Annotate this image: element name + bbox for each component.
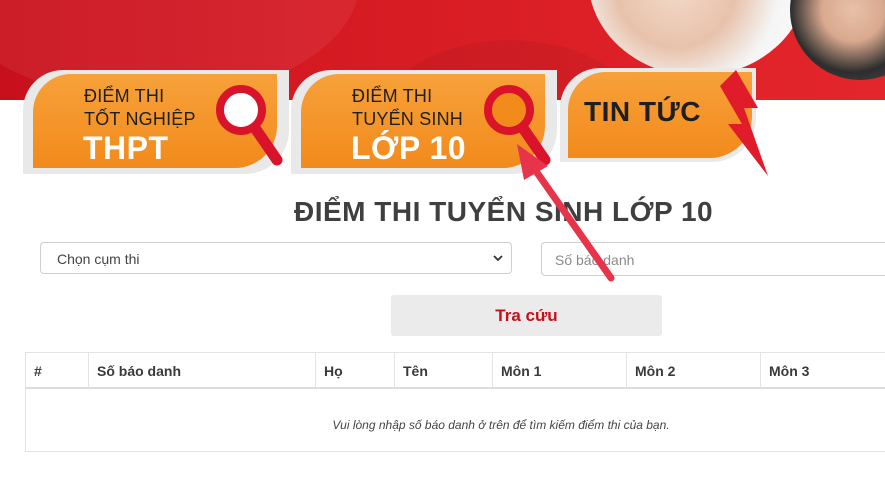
candidate-id-placeholder: Số báo danh — [555, 252, 635, 268]
search-button[interactable]: Tra cứu — [391, 295, 662, 336]
column-header-label: Môn 2 — [635, 363, 676, 379]
cluster-select-value: Chọn cụm thi — [57, 251, 140, 267]
tab-lop-10[interactable]: ĐIỂM THI TUYỂN SINH LỚP 10 — [291, 70, 557, 174]
candidate-id-input[interactable]: Số báo danh — [541, 242, 885, 276]
column-header-label: Môn 1 — [501, 363, 542, 379]
column-header-first-name: Tên — [395, 353, 493, 388]
tab-lop-10-line2: TUYỂN SINH — [352, 109, 464, 129]
chevron-down-icon — [493, 255, 503, 262]
column-header-label: Tên — [403, 363, 428, 379]
column-header-candidate-id: Số báo danh — [89, 353, 316, 388]
column-header-label: Họ — [324, 363, 343, 379]
magnifier-icon — [216, 85, 283, 166]
page: ĐIỂM THI TỐT NGHIỆP THPT ĐIỂM THI TUYỂN … — [0, 0, 885, 485]
results-table: # Số báo danh Họ Tên Môn 1 Môn 2 Môn 3 V… — [25, 352, 885, 452]
magnifier-icon — [484, 85, 551, 166]
tab-lop-10-big: LỚP 10 — [351, 130, 467, 166]
tab-thpt-big: THPT — [83, 130, 169, 166]
column-header-last-name: Họ — [316, 353, 395, 388]
column-header-subject-1: Môn 1 — [493, 353, 627, 388]
tab-tin-tuc-label: TIN TỨC — [584, 96, 701, 127]
page-title: ĐIỂM THI TUYỂN SINH LỚP 10 — [294, 196, 714, 227]
tab-lop-10-line1: ĐIỂM THI — [352, 86, 433, 106]
tab-thpt[interactable]: ĐIỂM THI TỐT NGHIỆP THPT — [23, 70, 289, 174]
students-photo — [588, 0, 808, 76]
column-header-subject-2: Môn 2 — [627, 353, 761, 388]
lightning-icon — [720, 70, 768, 176]
empty-table-message: Vui lòng nhập số báo danh ở trên để tìm … — [332, 418, 670, 432]
students-photo-secondary — [790, 0, 885, 80]
column-header-subject-3: Môn 3 — [761, 353, 885, 388]
tab-thpt-line1: ĐIỂM THI — [84, 86, 165, 106]
tab-tin-tuc[interactable]: TIN TỨC — [560, 68, 772, 180]
column-header-index: # — [26, 353, 89, 388]
tab-thpt-line2: TỐT NGHIỆP — [84, 109, 196, 129]
column-header-label: # — [34, 363, 42, 379]
table-header: # Số báo danh Họ Tên Môn 1 Môn 2 Môn 3 — [26, 353, 885, 389]
column-header-label: Số báo danh — [97, 363, 181, 379]
search-button-label: Tra cứu — [495, 306, 558, 325]
column-header-label: Môn 3 — [769, 363, 810, 379]
cluster-select[interactable]: Chọn cụm thi — [40, 242, 512, 274]
